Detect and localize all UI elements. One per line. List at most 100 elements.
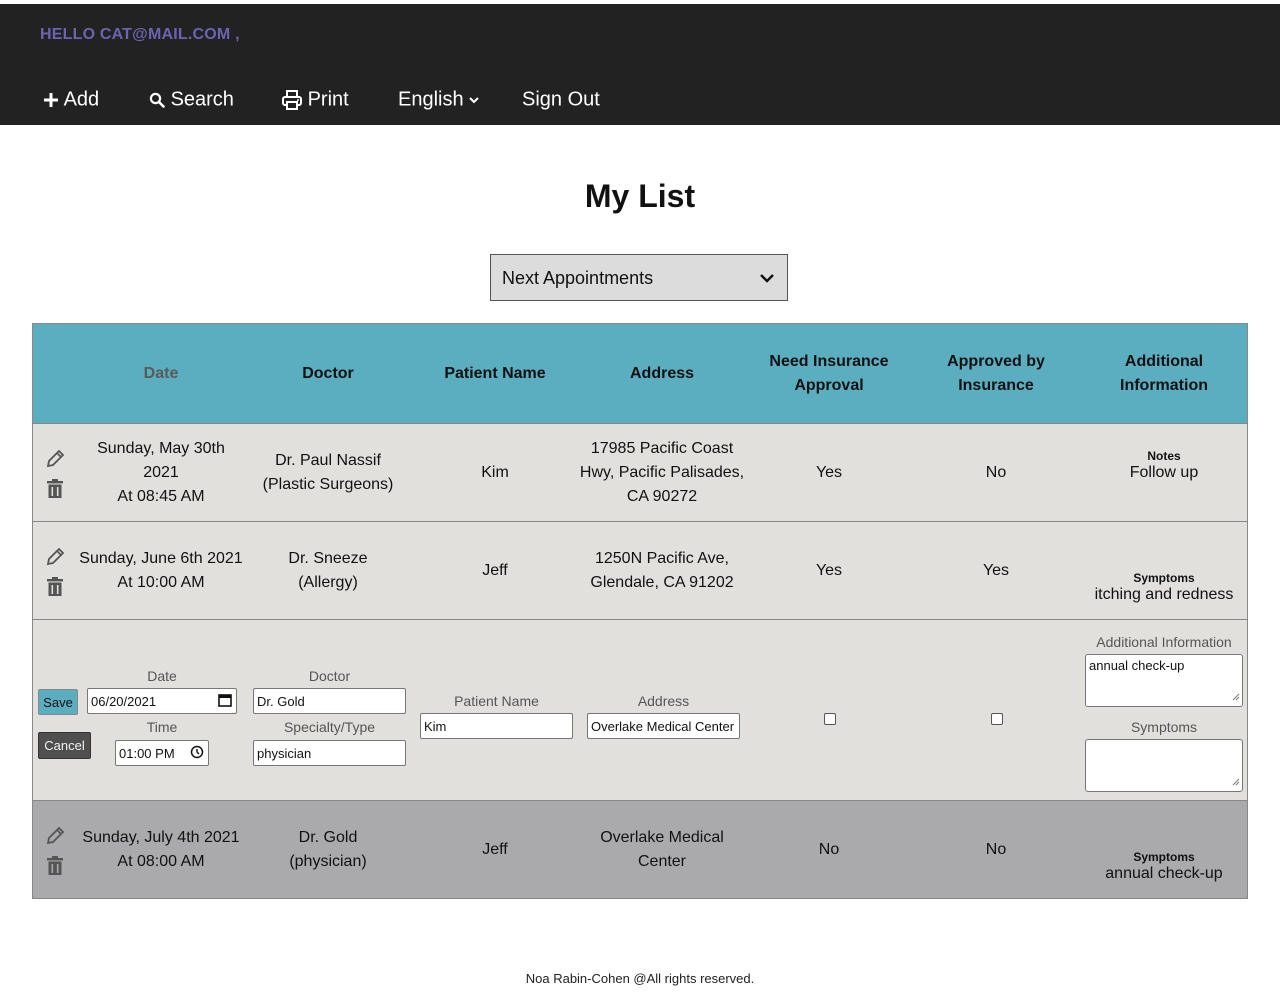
need-insurance-cell: No bbox=[818, 840, 840, 858]
doctor-name: Dr. Sneeze bbox=[288, 549, 368, 567]
time-field-label: Time bbox=[146, 719, 178, 735]
address-cell: Overlake Medical Center bbox=[579, 801, 745, 898]
add-button[interactable]: Add bbox=[44, 86, 99, 113]
table-row: Sunday, June 6th 2021 At 10:00 AM Dr. Sn… bbox=[33, 522, 1247, 620]
search-label: Search bbox=[170, 88, 234, 111]
date-input-value: 06/20/2021 bbox=[91, 693, 157, 709]
info-label: Symptoms bbox=[1133, 571, 1195, 585]
edit-row: Save Cancel Date 06/20/2021 Time 01:00 P… bbox=[33, 620, 1247, 801]
info-value: itching and redness bbox=[1094, 586, 1234, 603]
symptoms-field-label: Symptoms bbox=[1130, 719, 1198, 735]
column-header-additional[interactable]: Additional Information bbox=[1106, 324, 1222, 423]
approved-checkbox[interactable] bbox=[991, 713, 1003, 725]
chevron-down-icon bbox=[469, 88, 479, 110]
need-insurance-checkbox[interactable] bbox=[824, 713, 836, 725]
symptoms-textarea[interactable] bbox=[1085, 739, 1243, 792]
sign-out-link[interactable]: Sign Out bbox=[522, 86, 600, 113]
approved-cell: No bbox=[985, 840, 1007, 858]
save-button[interactable]: Save bbox=[38, 689, 78, 715]
address-text: 1250N Pacific Ave, Glendale, CA 91202 bbox=[590, 549, 734, 591]
additional-info-field-label: Additional Information bbox=[1096, 634, 1232, 650]
additional-info-textarea[interactable]: annual check-up bbox=[1085, 654, 1243, 707]
info-label: Symptoms bbox=[1133, 850, 1195, 864]
column-header-patient[interactable]: Patient Name bbox=[412, 324, 578, 423]
search-button[interactable]: Search bbox=[149, 86, 234, 113]
trash-icon[interactable] bbox=[47, 577, 63, 602]
date-cell: Sunday, May 30th 2021 At 08:45 AM bbox=[78, 424, 244, 521]
doctor-input[interactable]: Dr. Gold bbox=[253, 688, 406, 714]
approved-cell: Yes bbox=[982, 561, 1010, 579]
date-line: Sunday, June 6th 2021 bbox=[79, 549, 243, 567]
appointments-table: Date Doctor Patient Name Address Need In… bbox=[32, 323, 1248, 899]
specialty-input[interactable]: physician bbox=[253, 740, 406, 766]
doctor-cell: Dr. Sneeze (Allergy) bbox=[245, 522, 411, 619]
date-cell: Sunday, July 4th 2021 At 08:00 AM bbox=[78, 801, 244, 898]
address-cell: 17985 Pacific Coast Hwy, Pacific Palisad… bbox=[579, 424, 745, 521]
info-label: Notes bbox=[1147, 449, 1181, 463]
date-field-label: Date bbox=[147, 668, 177, 684]
top-navigation: HELLO CAT@MAIL.COM , Add Search Print En… bbox=[0, 4, 1280, 125]
approved-cell: No bbox=[985, 463, 1007, 481]
table-header: Date Doctor Patient Name Address Need In… bbox=[33, 324, 1247, 424]
table-row: Sunday, July 4th 2021 At 08:00 AM Dr. Go… bbox=[33, 801, 1247, 898]
language-label: English bbox=[398, 88, 464, 111]
calendar-icon[interactable] bbox=[218, 693, 232, 710]
search-icon bbox=[149, 88, 165, 110]
patient-cell: Kim bbox=[481, 463, 509, 481]
column-header-date[interactable]: Date bbox=[78, 324, 244, 423]
cancel-button[interactable]: Cancel bbox=[38, 732, 91, 759]
patient-cell: Jeff bbox=[482, 561, 508, 579]
view-select-value: Next Appointments bbox=[502, 268, 654, 288]
clock-icon[interactable] bbox=[190, 745, 204, 762]
column-header-doctor[interactable]: Doctor bbox=[245, 324, 411, 423]
additional-info-value: annual check-up bbox=[1089, 658, 1185, 673]
time-input-value: 01:00 PM bbox=[119, 745, 175, 761]
patient-cell: Jeff bbox=[482, 840, 508, 858]
address-input[interactable]: Overlake Medical Center bbox=[587, 713, 740, 739]
time-line: At 08:00 AM bbox=[117, 852, 205, 870]
plus-icon bbox=[44, 88, 58, 110]
date-input[interactable]: 06/20/2021 bbox=[87, 688, 237, 714]
trash-icon[interactable] bbox=[47, 856, 63, 881]
info-value: Follow up bbox=[1129, 464, 1199, 481]
doctor-name: Dr. Gold bbox=[298, 828, 358, 846]
patient-field-label: Patient Name bbox=[454, 693, 539, 709]
trash-icon[interactable] bbox=[47, 479, 63, 504]
address-cell: 1250N Pacific Ave, Glendale, CA 91202 bbox=[579, 522, 745, 619]
time-line: At 08:45 AM bbox=[117, 487, 205, 505]
time-line: At 10:00 AM bbox=[117, 573, 205, 591]
address-field-label: Address bbox=[637, 693, 690, 709]
table-row: Sunday, May 30th 2021 At 08:45 AM Dr. Pa… bbox=[33, 424, 1247, 522]
need-insurance-cell: Yes bbox=[815, 561, 843, 579]
column-header-address[interactable]: Address bbox=[579, 324, 745, 423]
user-greeting: HELLO CAT@MAIL.COM , bbox=[40, 26, 240, 43]
info-value: annual check-up bbox=[1105, 865, 1223, 882]
column-header-need-insurance[interactable]: Need Insurance Approval bbox=[766, 324, 892, 423]
address-text: 17985 Pacific Coast Hwy, Pacific Palisad… bbox=[579, 439, 745, 505]
pencil-icon[interactable] bbox=[45, 826, 65, 851]
print-button[interactable]: Print bbox=[282, 86, 349, 113]
doctor-cell: Dr. Paul Nassif (Plastic Surgeons) bbox=[245, 424, 411, 521]
doctor-cell: Dr. Gold (physician) bbox=[245, 801, 411, 898]
date-cell: Sunday, June 6th 2021 At 10:00 AM bbox=[78, 522, 244, 619]
address-text: Overlake Medical Center bbox=[600, 828, 724, 870]
add-label: Add bbox=[63, 88, 100, 111]
resize-grip-icon[interactable] bbox=[1232, 689, 1240, 704]
date-line: Sunday, May 30th 2021 bbox=[97, 439, 225, 481]
additional-info-cell: Notes Follow up bbox=[1081, 424, 1247, 521]
doctor-specialty: (Allergy) bbox=[298, 573, 358, 591]
additional-info-cell: Symptoms annual check-up bbox=[1081, 801, 1247, 898]
patient-input[interactable]: Kim bbox=[420, 713, 573, 739]
pencil-icon[interactable] bbox=[45, 449, 65, 474]
chevron-down-icon bbox=[759, 271, 775, 289]
language-dropdown[interactable]: English bbox=[398, 86, 479, 113]
doctor-specialty: (physician) bbox=[289, 852, 367, 870]
printer-icon bbox=[282, 88, 302, 110]
time-input[interactable]: 01:00 PM bbox=[115, 740, 209, 766]
column-header-approved[interactable]: Approved by Insurance bbox=[941, 324, 1051, 423]
view-select[interactable]: Next Appointments bbox=[490, 254, 788, 301]
resize-grip-icon[interactable] bbox=[1232, 774, 1240, 789]
pencil-icon[interactable] bbox=[45, 547, 65, 572]
need-insurance-cell: Yes bbox=[815, 463, 843, 481]
doctor-field-label: Doctor bbox=[308, 668, 351, 684]
